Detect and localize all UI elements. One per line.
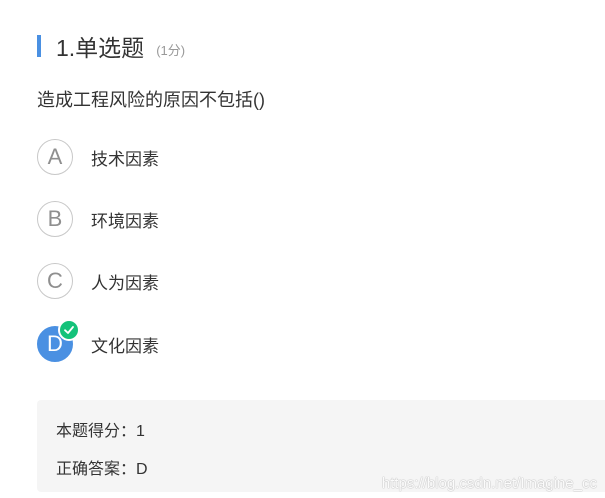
option-a[interactable]: A 技术因素 [37, 138, 159, 176]
watermark-text: https://blog.csdn.net/Imagine_cc [381, 475, 597, 492]
correct-answer: 正确答案：D [56, 461, 148, 478]
score-result: 本题得分：1 [56, 423, 145, 440]
question-type-title: 1.单选题 [56, 35, 145, 61]
question-score: (1分) [156, 42, 186, 58]
question-header: 1.单选题 (1分) [37, 30, 185, 62]
question-text: 造成工程风险的原因不包括() [37, 90, 265, 110]
option-a-letter: A [37, 139, 73, 175]
option-b[interactable]: B 环境因素 [37, 200, 159, 238]
option-c[interactable]: C 人为因素 [37, 262, 159, 300]
option-d-letter-selected: D [37, 319, 80, 362]
option-d-text: 文化因素 [91, 336, 159, 356]
check-icon [58, 319, 80, 341]
option-c-text: 人为因素 [91, 273, 159, 293]
title-accent-bar [37, 35, 41, 57]
option-a-text: 技术因素 [91, 149, 159, 169]
option-c-letter: C [37, 263, 73, 299]
option-d[interactable]: D 文化因素 [37, 319, 159, 363]
option-b-text: 环境因素 [91, 211, 159, 231]
option-b-letter: B [37, 201, 73, 237]
